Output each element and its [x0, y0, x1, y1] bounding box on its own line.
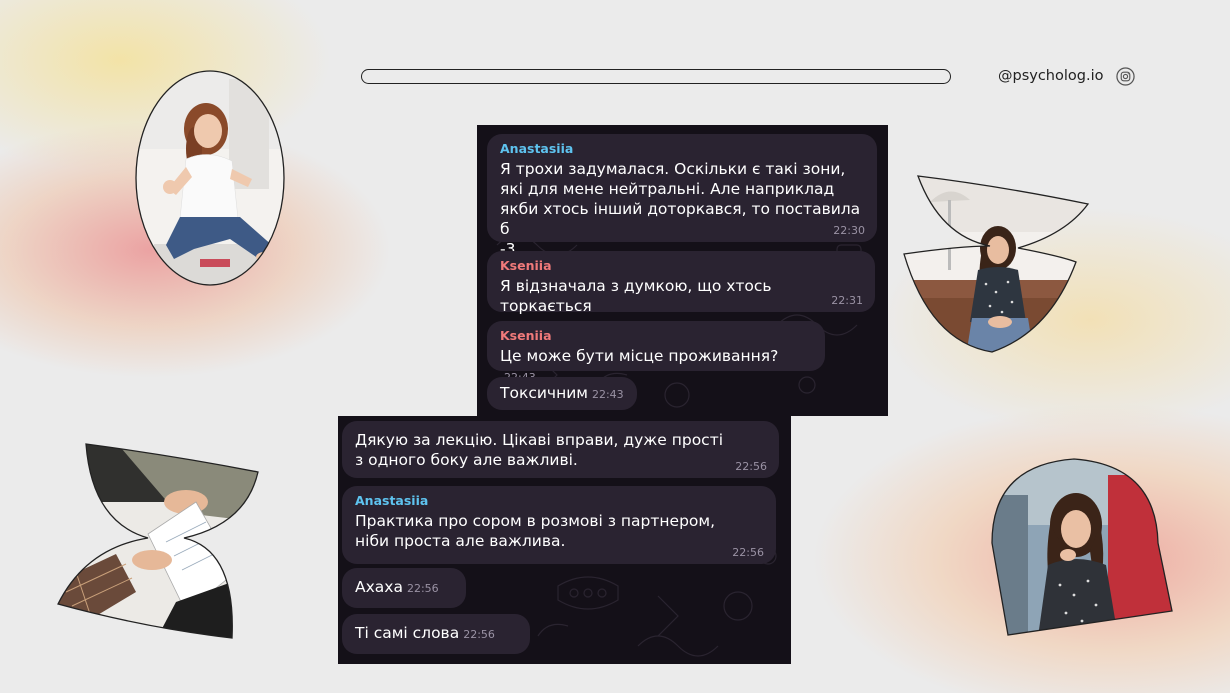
chat-screenshot-bottom: Дякую за лекцію. Цікаві вправи, дуже про…	[338, 416, 791, 664]
message-time: 22:56	[732, 546, 764, 559]
photo-woman-arch	[988, 455, 1174, 637]
photo-therapy-notebook	[56, 442, 260, 640]
instagram-icon[interactable]	[1116, 67, 1135, 86]
sender-name: Kseniia	[500, 258, 552, 273]
message-time: 22:43	[591, 388, 624, 401]
message-time: 22:30	[833, 224, 865, 237]
instagram-handle[interactable]: @psycholog.io	[998, 68, 1104, 84]
sender-name: Anastasiia	[500, 141, 574, 156]
message-time: 22:56	[406, 582, 439, 595]
photo-woman-sitting-oval	[134, 69, 286, 287]
chat-screenshot-top: Anastasiia Я трохи задумалася. Оскільки …	[477, 125, 888, 416]
message-bubble: Anastasiia Практика про сором в розмові …	[342, 486, 776, 564]
message-text: Ахаха 22:56	[355, 578, 439, 596]
photo-woman-couch	[900, 172, 1090, 356]
message-time: 22:56	[735, 460, 767, 473]
message-text: Я відзначала з думкою, що хтось торкаєть…	[500, 277, 772, 315]
sender-name: Kseniia	[500, 328, 552, 343]
message-bubble: Anastasiia Я трохи задумалася. Оскільки …	[487, 134, 877, 258]
message-time: 22:56	[463, 628, 495, 641]
message-time: 22:31	[831, 294, 863, 307]
decorative-bar	[361, 69, 951, 84]
message-text: Токсичним 22:43	[500, 384, 624, 402]
message-bubble: Kseniia Це може бути місце проживання?22…	[487, 321, 825, 384]
sender-name: Anastasiia	[355, 493, 429, 508]
message-text: Практика про сором в розмові з партнером…	[355, 512, 716, 550]
message-bubble: Дякую за лекцію. Цікаві вправи, дуже про…	[342, 421, 779, 478]
message-bubble: Ті самі слова 22:56	[342, 614, 530, 654]
message-bubble: Kseniia Я відзначала з думкою, що хтось …	[487, 251, 875, 315]
message-bubble: Токсичним 22:43	[487, 377, 637, 410]
message-text: Я трохи задумалася. Оскільки є такі зони…	[500, 160, 861, 258]
message-text: Ті самі слова 22:56	[355, 624, 495, 642]
message-text: Дякую за лекцію. Цікаві вправи, дуже про…	[355, 431, 724, 469]
message-bubble: Ахаха 22:56	[342, 568, 466, 608]
